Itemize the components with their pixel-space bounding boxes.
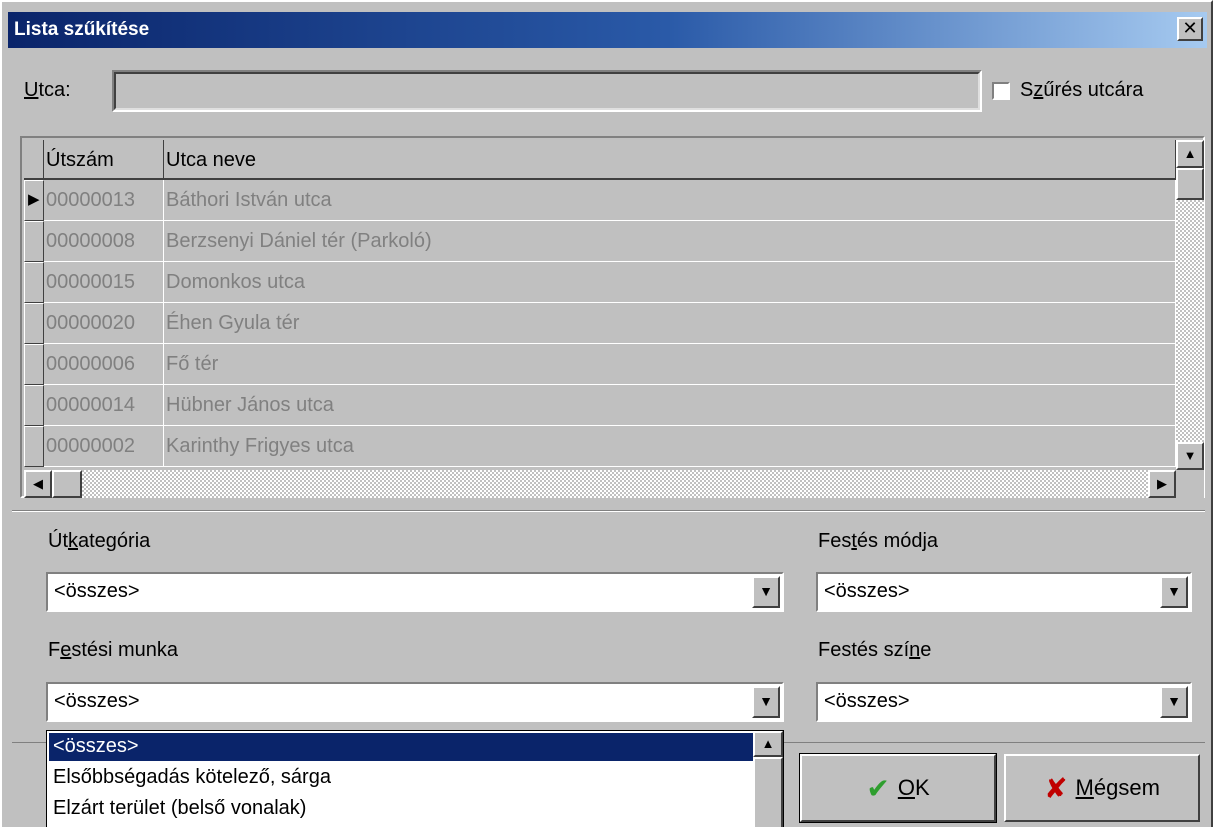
table-cell-name[interactable]: Karinthy Frigyes utca	[164, 426, 1176, 467]
ok-label: OK	[897, 775, 930, 800]
table-cell-number[interactable]: 00000002	[44, 426, 164, 467]
window-title: Lista szűkítése	[14, 19, 150, 40]
scroll-right-button[interactable]: ▶	[1148, 470, 1176, 498]
table-cell-name[interactable]: Domonkos utca	[164, 262, 1176, 303]
road-category-label: Útkategória	[48, 530, 151, 552]
table-cell-name[interactable]: Báthori István utca	[164, 180, 1176, 221]
chevron-down-icon[interactable]: ▼	[1160, 686, 1188, 718]
row-indicator[interactable]	[24, 262, 44, 303]
paint-mode-value: <összes>	[824, 580, 910, 602]
table-cell-number[interactable]: 00000014	[44, 385, 164, 426]
paint-work-label: Festési munka	[48, 639, 179, 661]
scroll-down-button[interactable]: ▼	[1176, 442, 1204, 470]
scroll-left-button[interactable]: ◀	[24, 470, 52, 498]
dropdown-scrollbar[interactable]: ▲	[753, 731, 783, 827]
scrollbar-corner	[1176, 470, 1204, 498]
table-cell-name[interactable]: Hübner János utca	[164, 385, 1176, 426]
table-cell-name[interactable]: Berzsenyi Dániel tér (Parkoló)	[164, 221, 1176, 262]
separator	[12, 510, 1205, 512]
street-filter-label[interactable]: Szűrés utcára	[1020, 79, 1143, 102]
header-indicator-cell	[24, 140, 44, 180]
paint-work-dropdown-list[interactable]: <összes> Elsőbbségadás kötelező, sárga Elz…	[46, 730, 784, 827]
close-button[interactable]: ✕	[1177, 17, 1203, 41]
dropdown-scroll-thumb[interactable]	[753, 757, 783, 827]
paint-mode-select[interactable]: <összes> ▼	[816, 572, 1192, 612]
dropdown-scroll-up-button[interactable]: ▲	[753, 731, 783, 757]
current-row-arrow-icon: ▶	[28, 191, 40, 208]
row-indicator[interactable]	[24, 426, 44, 467]
road-category-select[interactable]: <összes> ▼	[46, 572, 784, 612]
row-indicator[interactable]: ▶	[24, 180, 44, 221]
table-cell-number[interactable]: 00000006	[44, 344, 164, 385]
table-cell-number[interactable]: 00000008	[44, 221, 164, 262]
table-cell-name[interactable]: Fő tér	[164, 344, 1176, 385]
paint-color-select[interactable]: <összes> ▼	[816, 682, 1192, 722]
paint-color-value: <összes>	[824, 690, 910, 712]
chevron-down-icon[interactable]: ▼	[752, 576, 780, 608]
street-grid-inner: Útszám Utca neve ▶ 00000013 Báthori István…	[24, 140, 1205, 498]
checkmark-icon: ✔	[866, 772, 890, 804]
cancel-button[interactable]: ✘ Mégsem	[1004, 754, 1200, 822]
title-bar: Lista szűkítése ✕	[8, 12, 1207, 48]
x-icon: ✘	[1044, 772, 1068, 804]
row-indicator[interactable]	[24, 221, 44, 262]
paint-mode-label: Festés módja	[818, 530, 939, 552]
paint-work-value: <összes>	[54, 690, 140, 712]
grid-vertical-scrollbar[interactable]: ▲ ▼	[1176, 140, 1204, 470]
hscroll-thumb[interactable]	[52, 470, 82, 498]
row-indicator[interactable]	[24, 303, 44, 344]
column-header-name[interactable]: Utca neve	[164, 140, 1176, 180]
street-filter-checkbox[interactable]	[992, 82, 1010, 100]
row-indicator[interactable]	[24, 385, 44, 426]
paint-work-select[interactable]: <összes> ▼	[46, 682, 784, 722]
cancel-label: Mégsem	[1075, 775, 1160, 800]
table-cell-number[interactable]: 00000013	[44, 180, 164, 221]
row-indicator[interactable]	[24, 344, 44, 385]
filter-dialog: Lista szűkítése ✕ Utca: Szűrés utcára Út…	[0, 0, 1213, 827]
street-label: Utca:	[24, 79, 71, 101]
road-category-value: <összes>	[54, 580, 140, 602]
scroll-thumb[interactable]	[1176, 168, 1204, 200]
dropdown-option[interactable]: Elsőbbségadás kötelező, sárga	[49, 764, 331, 792]
dropdown-option[interactable]: Elzárt terület (belső vonalak)	[49, 795, 306, 823]
close-icon: ✕	[1182, 18, 1198, 38]
ok-button[interactable]: ✔ OK	[799, 753, 997, 823]
grid-horizontal-scrollbar[interactable]: ◀ ▶	[24, 470, 1176, 498]
street-input-inner	[114, 72, 980, 110]
table-cell-number[interactable]: 00000020	[44, 303, 164, 344]
paint-color-label: Festés színe	[818, 639, 932, 661]
column-header-number[interactable]: Útszám	[44, 140, 164, 180]
table-cell-name[interactable]: Éhen Gyula tér	[164, 303, 1176, 344]
street-grid[interactable]: Útszám Utca neve ▶ 00000013 Báthori István…	[20, 136, 1205, 498]
chevron-down-icon[interactable]: ▼	[752, 686, 780, 718]
dropdown-option[interactable]: <összes>	[49, 733, 753, 761]
table-cell-number[interactable]: 00000015	[44, 262, 164, 303]
street-input[interactable]	[112, 70, 982, 112]
chevron-down-icon[interactable]: ▼	[1160, 576, 1188, 608]
scroll-up-button[interactable]: ▲	[1176, 140, 1204, 168]
